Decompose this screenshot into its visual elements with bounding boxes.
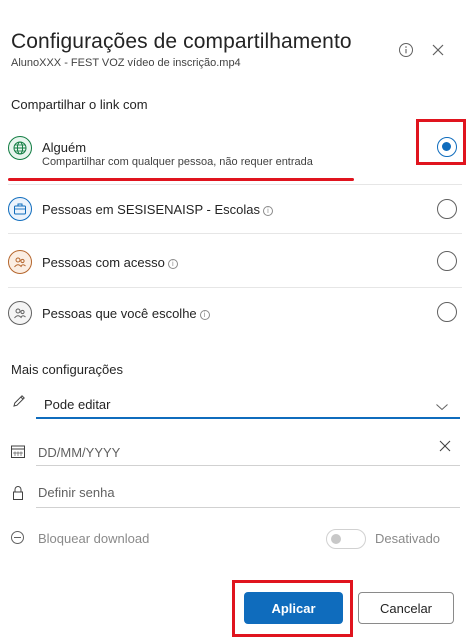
info-icon[interactable]: i	[199, 310, 210, 320]
radio-organization[interactable]	[437, 199, 457, 219]
option-title: Pessoas que você escolhe i	[42, 306, 210, 321]
field-underline	[36, 507, 460, 508]
lock-icon	[11, 485, 25, 506]
annotation-underline	[8, 178, 354, 181]
toggle-state-label: Desativado	[375, 531, 441, 546]
permission-dropdown[interactable]: Pode editar	[0, 391, 470, 419]
share-option-organization[interactable]: Pessoas em SESISENAISP - Escolas i	[0, 194, 470, 226]
close-icon[interactable]	[438, 439, 452, 458]
people-icon	[8, 301, 32, 325]
option-description: Compartilhar com qualquer pessoa, não re…	[42, 156, 313, 168]
option-title: Pessoas em SESISENAISP - Escolas i	[42, 202, 273, 217]
chevron-down-icon[interactable]	[435, 399, 449, 417]
radio-existing-access[interactable]	[437, 251, 457, 271]
share-option-specific-people[interactable]: Pessoas que você escolhe i	[0, 299, 470, 331]
password-input[interactable]: Definir senha	[38, 485, 115, 500]
dialog-header: Configurações de compartilhamento AlunoX…	[11, 30, 461, 69]
option-title: Pessoas com acesso i	[42, 255, 178, 270]
close-icon[interactable]	[430, 42, 446, 58]
cancel-button[interactable]: Cancelar	[358, 592, 454, 624]
annotation-box-apply	[232, 580, 353, 637]
password-field[interactable]: Definir senha	[0, 480, 470, 510]
block-download-toggle[interactable]	[326, 529, 366, 549]
block-download-row: Bloquear download Desativado	[0, 528, 470, 550]
field-underline	[36, 465, 460, 466]
radio-specific-people[interactable]	[437, 302, 457, 322]
block-download-label: Bloquear download	[38, 531, 150, 546]
block-icon	[10, 530, 25, 550]
info-icon[interactable]: i	[167, 259, 178, 269]
share-option-anyone[interactable]: Alguém Compartilhar com qualquer pessoa,…	[0, 130, 470, 180]
more-settings-label: Mais configurações	[11, 362, 123, 377]
expiry-date-input[interactable]: DD/MM/YYYY	[38, 445, 120, 460]
file-name: AlunoXXX - FEST VOZ vídeo de inscrição.m…	[11, 57, 241, 69]
share-section-label: Compartilhar o link com	[11, 97, 148, 112]
divider	[8, 184, 462, 185]
people-icon	[8, 250, 32, 274]
divider	[8, 233, 462, 234]
dialog-title: Configurações de compartilhamento	[11, 30, 352, 53]
pencil-icon	[12, 394, 26, 413]
info-icon[interactable]: i	[262, 206, 273, 216]
option-title: Alguém	[42, 140, 87, 155]
expiry-date-field[interactable]: DD/MM/YYYY	[0, 437, 470, 467]
calendar-icon	[10, 444, 26, 464]
permission-value: Pode editar	[44, 397, 111, 412]
dropdown-underline	[36, 417, 460, 419]
globe-icon	[8, 136, 32, 160]
info-icon[interactable]	[398, 42, 414, 58]
briefcase-icon	[8, 197, 32, 221]
divider	[8, 287, 462, 288]
share-option-existing-access[interactable]: Pessoas com acesso i	[0, 248, 470, 280]
annotation-box-radio	[416, 119, 466, 165]
